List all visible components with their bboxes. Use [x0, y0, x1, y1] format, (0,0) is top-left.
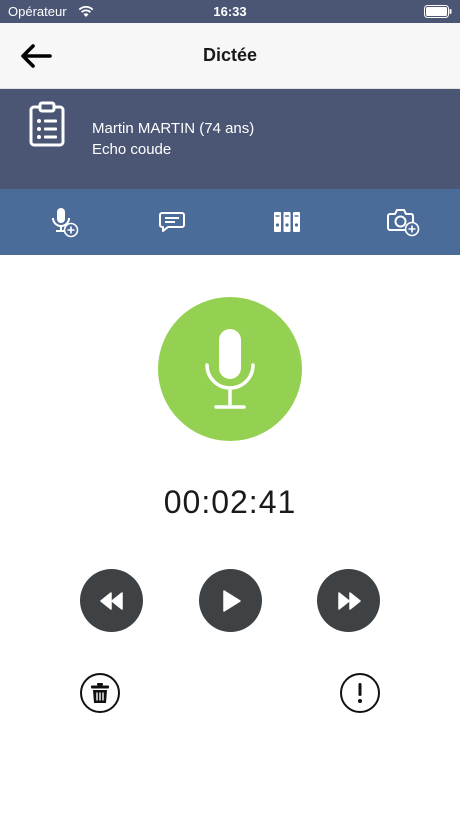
dictation-screen: Opérateur 16:33 Dictée Martin MARTIN (74…: [0, 0, 460, 818]
message-button[interactable]: [149, 199, 195, 245]
documents-button[interactable]: [264, 199, 310, 245]
rewind-button[interactable]: [80, 569, 143, 632]
fast-forward-icon: [337, 591, 361, 610]
exclamation-icon: [358, 683, 362, 703]
play-icon: [222, 589, 241, 612]
fast-forward-button[interactable]: [317, 569, 380, 632]
play-button[interactable]: [199, 569, 262, 632]
rewind-icon: [99, 591, 123, 610]
add-dictation-button[interactable]: [41, 199, 87, 245]
microphone-icon: [205, 329, 255, 409]
status-bar: Opérateur 16:33: [0, 0, 460, 23]
patient-name: Martin MARTIN (74 ans): [92, 120, 255, 137]
elapsed-time: 00:02:41: [163, 484, 297, 520]
status-time: 16:33: [213, 4, 247, 19]
microphone-add-icon: [52, 208, 79, 238]
message-icon: [159, 212, 185, 232]
add-photo-button[interactable]: [381, 199, 427, 245]
action-toolbar: [0, 189, 460, 255]
patient-header: Martin MARTIN (74 ans) Echo coude: [0, 89, 460, 189]
camera-add-icon: [387, 209, 420, 237]
battery-icon: [424, 5, 452, 18]
binders-icon: [274, 212, 300, 232]
exam-type: Echo coude: [92, 141, 172, 158]
navigation-bar: Dictée: [0, 23, 460, 89]
alert-button[interactable]: [340, 673, 380, 713]
trash-icon: [91, 683, 109, 703]
record-button[interactable]: [158, 297, 302, 441]
delete-button[interactable]: [80, 673, 120, 713]
clipboard-list-icon: [29, 101, 65, 147]
page-title: Dictée: [202, 45, 258, 65]
